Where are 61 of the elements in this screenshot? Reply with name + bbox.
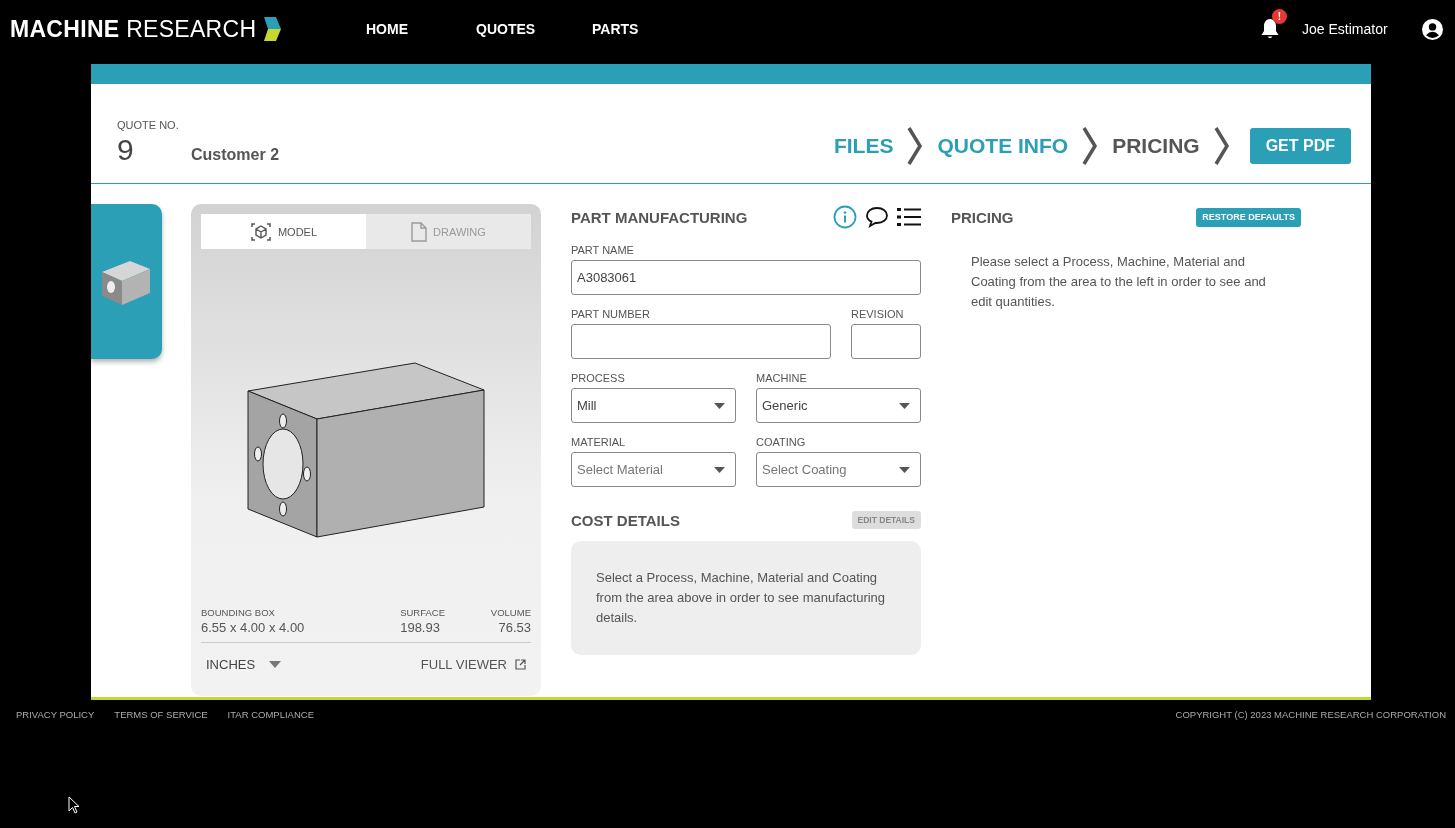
select-field[interactable]: Mill (571, 388, 736, 423)
caret-icon (714, 466, 725, 473)
stat-label: VOLUME (490, 607, 531, 618)
select-field[interactable]: Select Material (571, 452, 736, 487)
field-label: PROCESS (571, 372, 626, 384)
field-label: REVISION (851, 308, 905, 320)
field-label: PART NAME (571, 244, 635, 256)
nav-link[interactable]: HOME (366, 21, 476, 37)
caret-icon (714, 402, 725, 409)
field-label: PART NUMBER (571, 308, 651, 320)
section-title: COST DETAILS (571, 511, 680, 529)
stat-label: SURFACE (400, 607, 446, 618)
logo-chevron-icon (262, 17, 283, 41)
chevron-icon (907, 127, 924, 165)
text-field[interactable] (571, 324, 831, 359)
caret-icon (269, 661, 282, 668)
logo-text[interactable]: MACHINE RESEARCH (10, 15, 257, 43)
user-avatar-icon[interactable] (1422, 18, 1443, 40)
external-link-icon (515, 659, 526, 670)
quote-number-label: QUOTE NO. (117, 119, 180, 131)
customer-name: Customer 2 (191, 146, 280, 164)
stat-value: 76.53 (498, 620, 531, 635)
quote-number: 9 (117, 133, 135, 167)
field-label: MATERIAL (571, 436, 627, 448)
stat-value: 198.93 (400, 620, 441, 635)
step-link[interactable]: PRICING (1112, 134, 1200, 158)
part-thumbnail-tab[interactable] (91, 204, 162, 359)
footer-link[interactable]: PRIVACY POLICY (16, 709, 95, 720)
document-icon (411, 221, 428, 242)
field-label: MACHINE (756, 372, 808, 384)
pricing-message: Please select a Process, Machine, Material and Coating from the area to the left in order to see and edit quantities. (971, 253, 1267, 311)
text-field[interactable]: A3083061 (571, 260, 921, 295)
bell-icon[interactable] (1260, 18, 1280, 40)
select-field[interactable]: Generic (756, 388, 921, 423)
chevron-icon (1082, 127, 1099, 165)
cube-icon (249, 221, 272, 242)
chevron-icon (1213, 127, 1230, 165)
units-dropdown[interactable]: INCHES (206, 657, 282, 672)
nav-link[interactable]: QUOTES (476, 21, 592, 37)
caret-icon (899, 466, 910, 473)
section-title: PRICING (951, 208, 1014, 226)
notification-badge: ! (1272, 9, 1287, 24)
cost-details-message: Select a Process, Machine, Material and Coating from the area above in order to see manufacturing details. (571, 541, 921, 655)
caret-icon (899, 402, 910, 409)
viewer-tab[interactable]: MODEL (201, 214, 366, 249)
nav-link[interactable]: PARTS (592, 21, 702, 37)
full-viewer-link[interactable]: FULL VIEWER (420, 657, 526, 672)
user-name[interactable]: Joe Estimator (1302, 21, 1422, 37)
footer-link[interactable]: TERMS OF SERVICE (114, 709, 208, 720)
copyright-text: COPYRIGHT (C) 2023 MACHINE RESEARCH CORPORATION (1175, 709, 1446, 720)
select-field[interactable]: Select Coating (756, 452, 921, 487)
section-title: PART MANUFACTURING (571, 208, 748, 226)
text-field[interactable] (851, 324, 921, 359)
mouse-cursor-icon (68, 796, 80, 814)
stat-value: 6.55 x 4.00 x 4.00 (201, 620, 305, 635)
list-icon[interactable] (897, 207, 921, 227)
stat-label: BOUNDING BOX (201, 607, 276, 618)
footer-link[interactable]: ITAR COMPLIANCE (227, 709, 314, 720)
field-label: COATING (756, 436, 807, 448)
info-icon[interactable] (833, 205, 857, 229)
comment-icon[interactable] (865, 205, 889, 229)
